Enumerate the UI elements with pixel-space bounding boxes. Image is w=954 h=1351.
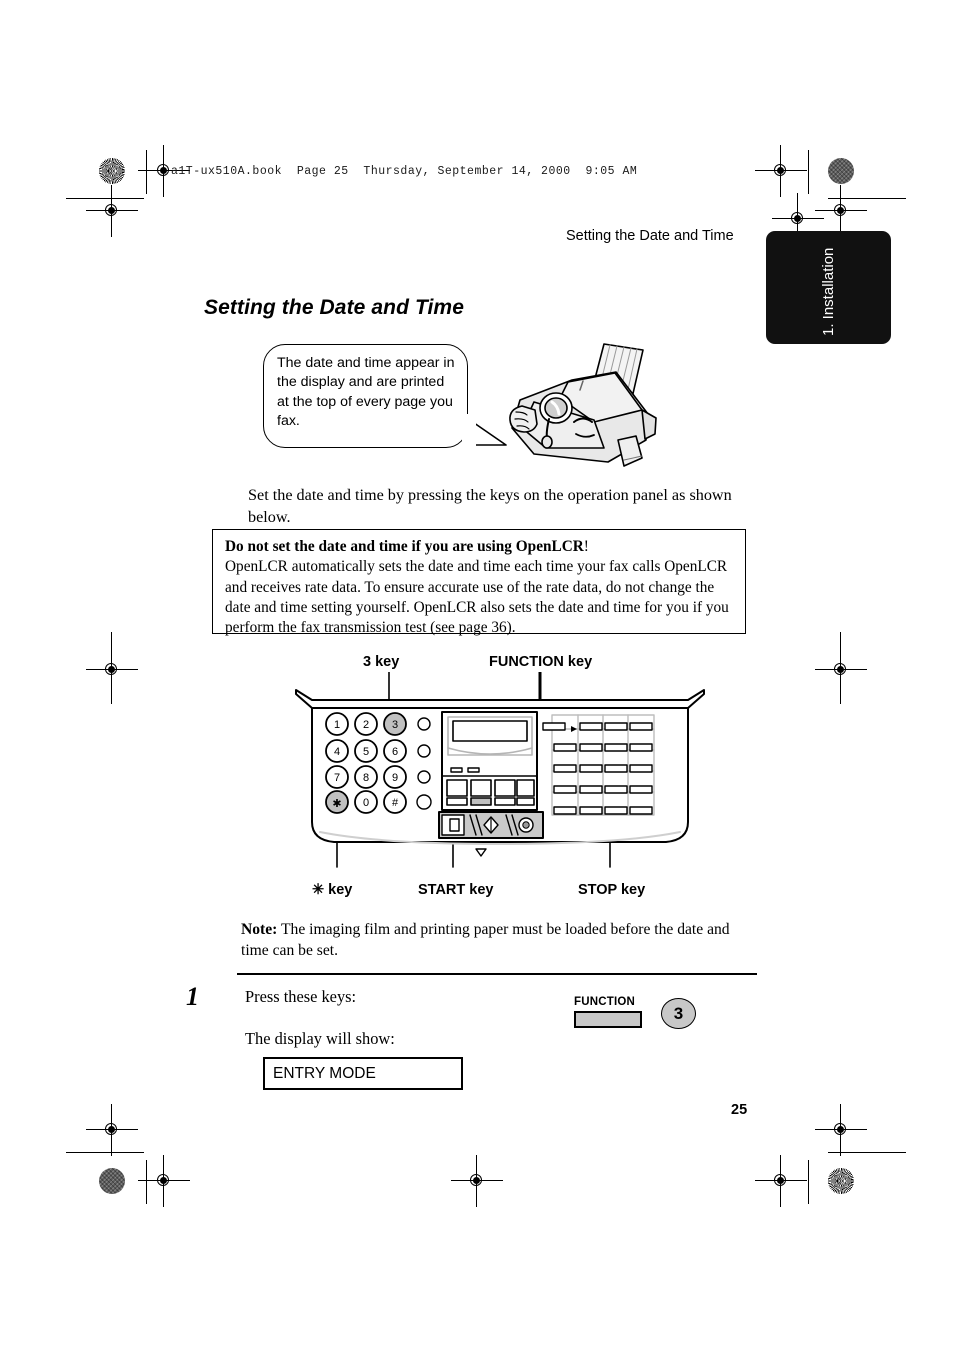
note-label: Note: <box>241 921 278 938</box>
trim-line-left-bottom <box>146 1160 147 1204</box>
registration-mark-top-center <box>772 193 824 245</box>
step-divider <box>237 973 757 976</box>
running-head: Setting the Date and Time <box>566 228 734 244</box>
registration-mark-bottom-right <box>755 1155 807 1207</box>
chapter-tab-label: 1. Installation <box>820 247 837 336</box>
svg-text:6: 6 <box>392 746 398 758</box>
svg-text:7: 7 <box>334 772 340 784</box>
registration-mark-right-upper <box>815 185 867 237</box>
registration-mark-bottom-center <box>451 1155 503 1207</box>
halftone-solid-mark-top-right <box>828 158 854 184</box>
step-number: 1 <box>186 982 199 1011</box>
page-number: 25 <box>731 1102 748 1118</box>
step-display-lead: The display will show: <box>245 1029 395 1048</box>
registration-mark-left-upper <box>86 185 138 237</box>
trim-line-left-top <box>146 150 147 194</box>
registration-mark-left-lower <box>86 1104 138 1156</box>
note-text: The imaging film and printing paper must… <box>241 921 730 959</box>
registration-mark-left-middle <box>86 644 138 696</box>
svg-text:8: 8 <box>363 772 369 784</box>
halftone-solid-mark-bottom-left <box>99 1168 125 1194</box>
caution-body: OpenLCR automatically sets the date and … <box>225 558 729 637</box>
halftone-star-mark-top-left <box>99 158 125 184</box>
registration-mark-bottom-left <box>138 1155 190 1207</box>
operation-panel-figure: 3 key FUNCTION key ✳ key START key STOP … <box>290 650 710 905</box>
registration-mark-right-middle <box>815 644 867 696</box>
halftone-star-mark-bottom-right <box>828 1168 854 1194</box>
callout-3-key: 3 key <box>363 654 400 670</box>
function-key-label: FUNCTION <box>574 996 636 1008</box>
callout-start-key: START key <box>418 882 494 898</box>
caution-title: Do not set the date and time if you are … <box>225 538 589 555</box>
speech-balloon: The date and time appear in the display … <box>263 344 468 448</box>
svg-text:0: 0 <box>363 797 369 809</box>
caution-box: Do not set the date and time if you are … <box>212 529 746 637</box>
registration-mark-top-right <box>755 145 807 197</box>
step-instruction: Press these keys: <box>245 987 357 1006</box>
trim-line-right-middle <box>840 632 841 704</box>
note-block: Note: The imaging film and printing pape… <box>241 920 741 961</box>
operation-panel-drawing: 1 2 3 4 5 6 7 8 9 ✱ 0 # <box>295 672 705 868</box>
callout-star-key: ✳ key <box>312 882 353 898</box>
trim-line-lower-right <box>828 1152 906 1153</box>
callout-function-key: FUNCTION key <box>489 654 593 670</box>
trim-line-right-top <box>808 150 809 194</box>
intro-paragraph: Set the date and time by pressing the ke… <box>248 486 732 526</box>
display-result-text: ENTRY MODE <box>273 1064 376 1082</box>
speech-balloon-text: The date and time appear in the display … <box>277 355 455 429</box>
display-result-box: ENTRY MODE <box>263 1057 463 1090</box>
trim-line-left-middle <box>111 632 112 704</box>
trim-line-lower-left <box>66 1152 144 1153</box>
book-file-header: a1T-ux510A.book Page 25 Thursday, Septem… <box>171 165 638 178</box>
svg-text:3: 3 <box>392 719 398 731</box>
trim-line-right-bottom <box>808 1160 809 1204</box>
callout-stop-key: STOP key <box>578 882 646 898</box>
page-title: Setting the Date and Time <box>204 296 464 319</box>
svg-text:✱: ✱ <box>332 798 341 810</box>
svg-text:4: 4 <box>334 746 340 758</box>
fax-machine-character-illustration <box>509 343 657 467</box>
svg-text:1: 1 <box>334 719 340 731</box>
svg-text:2: 2 <box>363 719 369 731</box>
registration-mark-right-lower <box>815 1104 867 1156</box>
number-key-3-graphic[interactable]: 3 <box>661 998 696 1029</box>
svg-text:9: 9 <box>392 772 398 784</box>
chapter-tab: 1. Installation <box>766 231 891 344</box>
function-key-graphic[interactable] <box>574 1011 642 1028</box>
svg-text:5: 5 <box>363 746 369 758</box>
svg-text:#: # <box>392 797 399 809</box>
